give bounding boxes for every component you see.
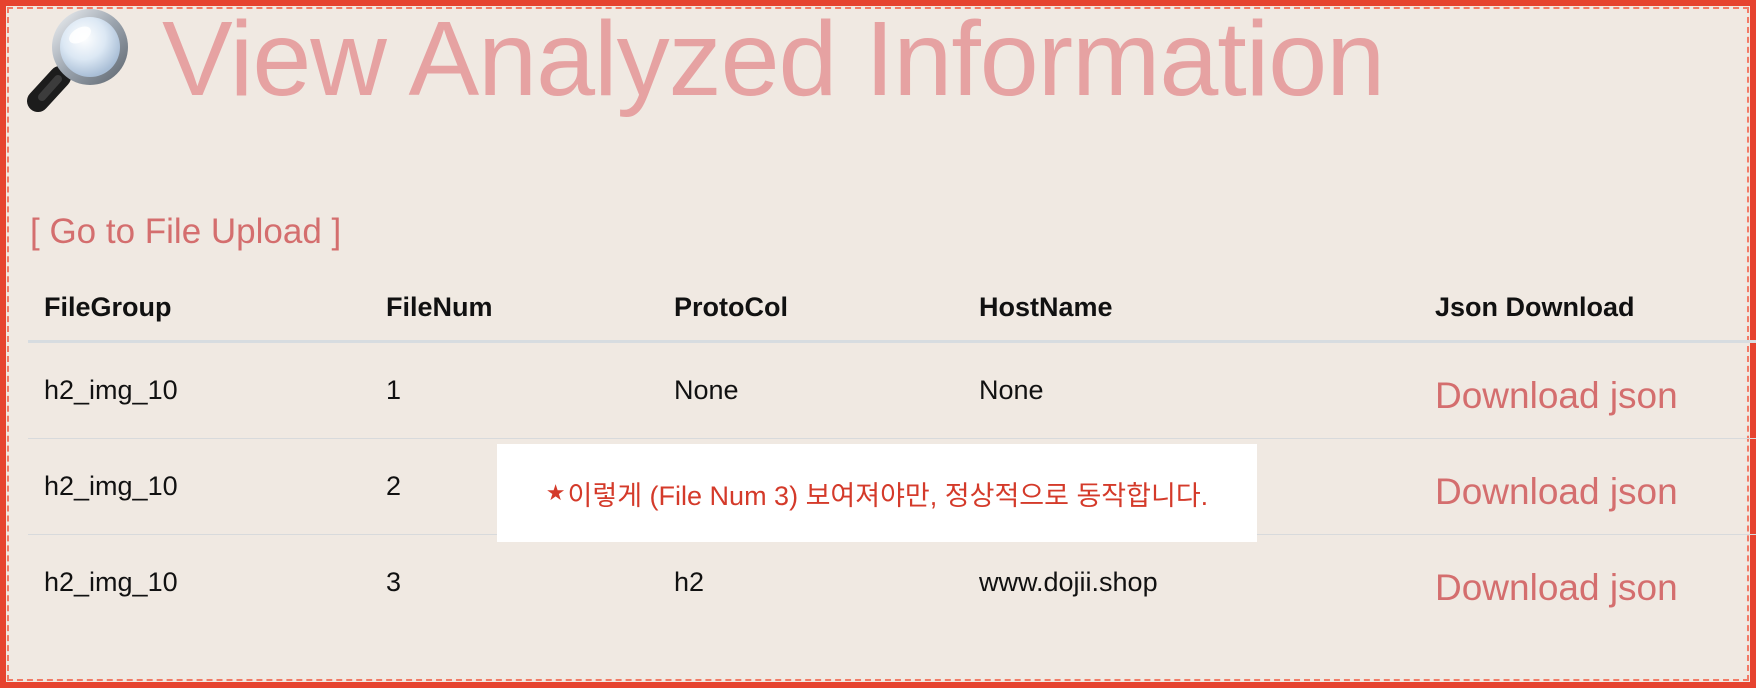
magnifying-glass-icon (24, 3, 136, 115)
page-title: View Analyzed Information (162, 0, 1385, 118)
cell-filegroup: h2_img_10 (28, 438, 370, 535)
go-to-file-upload-link[interactable]: [ Go to File Upload ] (30, 212, 341, 252)
download-json-link[interactable]: Download json (1419, 535, 1756, 631)
annotation-note: ★ 이렇게 (File Num 3) 보여져야만, 정상적으로 동작합니다. (497, 444, 1257, 542)
cell-protocol: h2 (674, 567, 705, 597)
star-icon: ★ (545, 480, 566, 505)
annotation-text: 이렇게 (File Num 3) 보여져야만, 정상적으로 동작합니다. (567, 480, 1209, 511)
cell-filegroup: h2_img_10 (28, 341, 370, 439)
cell-filenum: 3 (386, 567, 402, 597)
cell-filegroup: h2_img_10 (44, 567, 178, 597)
download-json-link[interactable]: Download json (1419, 438, 1756, 535)
cell-protocol: None (658, 341, 963, 439)
table-header-row: FileGroup FileNum ProtoCol HostName Json… (28, 288, 1756, 343)
column-header-protocol: ProtoCol (658, 288, 963, 343)
download-json-link[interactable]: Download json (1419, 341, 1756, 439)
cell-filenum: 1 (370, 341, 658, 439)
column-header-json-download: Json Download (1419, 288, 1756, 343)
column-header-filenum: FileNum (370, 288, 658, 343)
page-header: View Analyzed Information (24, 0, 1385, 118)
column-header-hostname: HostName (963, 288, 1419, 343)
table-row: h2_img_10 3 h2 www.dojii.shop Download j… (28, 535, 1756, 631)
cell-hostname: www.dojii.shop (979, 567, 1158, 597)
table-row: h2_img_10 1 None None Download json (28, 341, 1756, 439)
cell-hostname: None (963, 341, 1419, 439)
column-header-filegroup: FileGroup (28, 288, 370, 343)
